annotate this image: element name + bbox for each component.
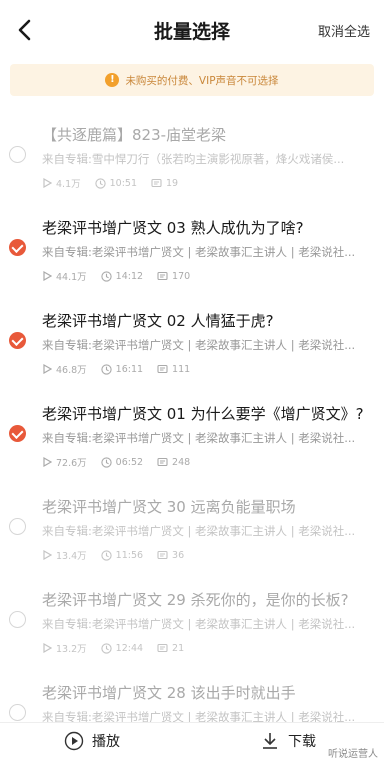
clock-icon <box>101 642 112 654</box>
play-icon <box>43 178 52 188</box>
play-count: 4.1万 <box>56 179 81 190</box>
duration: 12:44 <box>115 642 144 654</box>
track-meta: 46.8万 16:11 111 <box>42 362 204 376</box>
download-label: 下载 <box>288 734 316 750</box>
clock-icon <box>101 363 112 375</box>
track-list: 【共逐鹿篇】823-庙堂老梁来自专辑:雪中悍刀行（张若昀主演影视原著，烽火戏诸侯… <box>0 110 384 758</box>
track-item[interactable]: 老梁评书增广贤文 02 人情猛于虎? 来自专辑:老梁评书增广贤文 | 老梁故事汇主… <box>0 296 384 389</box>
play-circle-icon <box>64 731 84 751</box>
play-count: 72.6万 <box>56 458 87 469</box>
notice-banner: ! 未购买的付费、VIP声音不可选择 <box>10 64 374 96</box>
select-radio[interactable] <box>9 704 26 721</box>
header: 批量选择 取消全选 <box>0 0 384 60</box>
track-title: 老梁评书增广贤文 30 远离负能量职场 <box>42 498 296 516</box>
comment-icon <box>157 271 168 280</box>
track-title: 老梁评书增广贤文 01 为什么要学《增广贤文》? <box>42 405 364 423</box>
duration: 10:51 <box>109 177 137 189</box>
comment-count: 248 <box>172 456 191 468</box>
duration: 06:52 <box>115 456 144 468</box>
comment-icon <box>157 364 168 373</box>
select-radio[interactable] <box>9 518 26 535</box>
track-item[interactable]: 老梁评书增广贤文 01 为什么要学《增广贤文》? 来自专辑:老梁评书增广贤文 | … <box>0 389 384 482</box>
select-radio[interactable] <box>9 425 26 442</box>
duration: 16:11 <box>115 363 144 375</box>
play-count: 44.1万 <box>56 272 87 283</box>
clock-icon <box>94 177 106 189</box>
comment-icon <box>157 550 168 559</box>
track-item[interactable]: 老梁评书增广贤文 29 杀死你的，是你的长板? 来自专辑:老梁评书增广贤文 | 老… <box>0 575 384 668</box>
track-source: 来自专辑:老梁评书增广贤文 | 老梁故事汇主讲人 | 老梁说社... <box>42 617 356 631</box>
track-source: 来自专辑:老梁评书增广贤文 | 老梁故事汇主讲人 | 老梁说社... <box>42 524 356 538</box>
duration: 11:56 <box>115 549 144 561</box>
notice-text: 未购买的付费、VIP声音不可选择 <box>125 74 279 87</box>
clock-icon <box>101 549 112 561</box>
track-source: 来自专辑:雪中悍刀行（张若昀主演影视原著，烽火戏诸侯... <box>42 152 345 166</box>
comment-count: 170 <box>172 270 191 282</box>
track-source: 来自专辑:老梁评书增广贤文 | 老梁故事汇主讲人 | 老梁说社... <box>42 338 356 352</box>
select-radio[interactable] <box>9 611 26 628</box>
track-meta: 44.1万 14:12 170 <box>42 269 204 283</box>
track-title: 老梁评书增广贤文 03 熟人成仇为了啥? <box>42 219 304 237</box>
comment-icon <box>157 643 168 652</box>
duration: 14:12 <box>115 270 144 282</box>
play-icon <box>43 643 52 653</box>
track-title: 老梁评书增广贤文 29 杀死你的，是你的长板? <box>42 591 349 609</box>
play-button[interactable]: 播放 <box>64 731 120 751</box>
comment-count: 36 <box>172 549 185 561</box>
comment-count: 111 <box>172 363 191 375</box>
track-item[interactable]: 【共逐鹿篇】823-庙堂老梁来自专辑:雪中悍刀行（张若昀主演影视原著，烽火戏诸侯… <box>0 110 384 203</box>
track-title: 老梁评书增广贤文 28 该出手时就出手 <box>42 684 296 702</box>
select-radio[interactable] <box>9 239 26 256</box>
play-icon <box>43 550 52 560</box>
download-button[interactable]: 下载 <box>260 731 316 751</box>
comment-count: 21 <box>172 642 185 654</box>
clock-icon <box>101 270 112 282</box>
comment-icon <box>151 178 162 187</box>
play-icon <box>43 364 52 374</box>
play-count: 13.4万 <box>56 551 87 562</box>
track-meta: 13.2万 12:44 21 <box>42 641 198 655</box>
track-source: 来自专辑:老梁评书增广贤文 | 老梁故事汇主讲人 | 老梁说社... <box>42 245 356 259</box>
select-radio[interactable] <box>9 332 26 349</box>
track-source: 来自专辑:老梁评书增广贤文 | 老梁故事汇主讲人 | 老梁说社... <box>42 431 356 445</box>
clock-icon <box>101 456 112 468</box>
download-icon <box>263 733 277 749</box>
play-count: 46.8万 <box>56 365 87 376</box>
track-title: 老梁评书增广贤文 02 人情猛于虎? <box>42 312 274 330</box>
track-item[interactable]: 老梁评书增广贤文 03 熟人成仇为了啥? 来自专辑:老梁评书增广贤文 | 老梁故事… <box>0 203 384 296</box>
track-meta: 13.4万 11:56 36 <box>42 548 198 562</box>
play-count: 13.2万 <box>56 644 87 655</box>
play-icon <box>43 271 52 281</box>
play-icon <box>43 457 52 467</box>
comment-icon <box>157 457 168 466</box>
cancel-all-button[interactable]: 取消全选 <box>318 21 370 40</box>
select-radio[interactable] <box>9 146 26 163</box>
track-meta: 4.1万 10:51 19 <box>42 176 192 190</box>
track-item[interactable]: 老梁评书增广贤文 30 远离负能量职场来自专辑:老梁评书增广贤文 | 老梁故事汇… <box>0 482 384 575</box>
warning-icon: ! <box>105 73 120 87</box>
watermark: 听说运营人 <box>326 745 380 758</box>
play-label: 播放 <box>92 734 120 750</box>
track-title: 【共逐鹿篇】823-庙堂老梁 <box>42 126 227 144</box>
track-meta: 72.6万 06:52 248 <box>42 455 204 469</box>
comment-count: 19 <box>166 177 179 189</box>
